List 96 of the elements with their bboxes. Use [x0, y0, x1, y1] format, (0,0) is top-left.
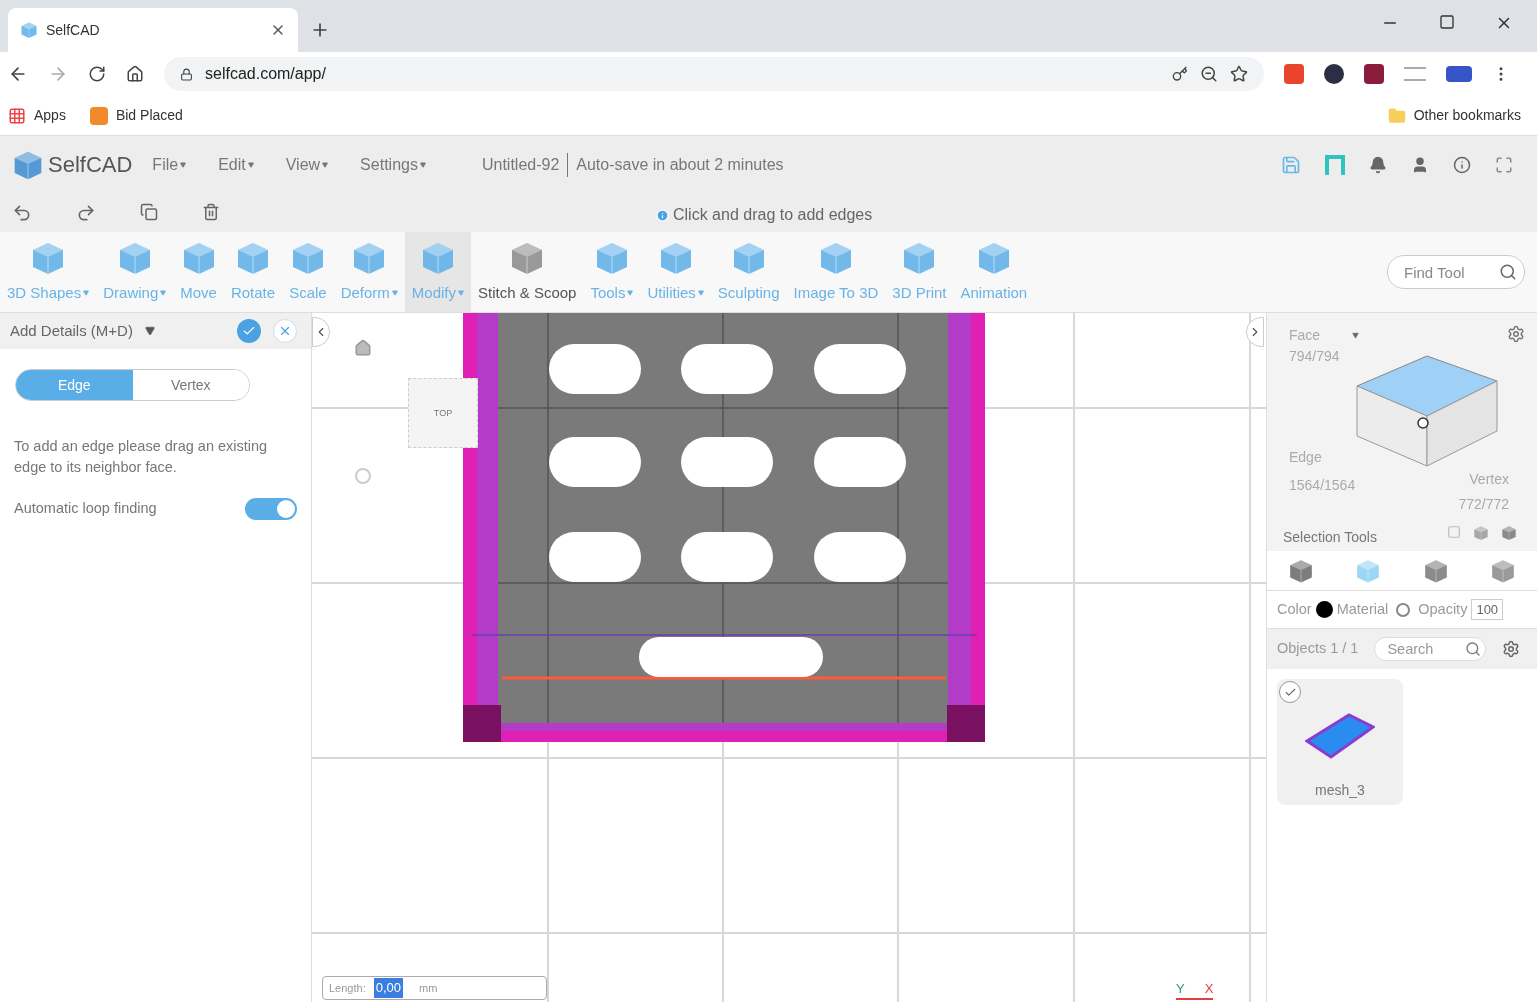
zoom-icon[interactable] — [1200, 65, 1218, 83]
apps-icon[interactable] — [8, 106, 26, 125]
caret-icon — [180, 161, 187, 168]
menu-item[interactable]: Edit — [218, 152, 254, 177]
cube-icon — [1422, 557, 1449, 584]
info-icon — [656, 208, 669, 222]
opacity-label: Opacity — [1418, 599, 1468, 619]
bookmark-link[interactable]: Bid Placed — [115, 105, 183, 126]
caret-icon — [322, 161, 329, 168]
toggle-label: Automatic loop finding — [14, 499, 158, 519]
color-label: Color — [1277, 599, 1312, 619]
tool-button[interactable]: 3D Shapes — [0, 232, 97, 312]
search-icon[interactable] — [1499, 263, 1517, 281]
tool-button[interactable]: Scale — [282, 232, 334, 312]
search-icon[interactable] — [1465, 641, 1482, 657]
redo-icon[interactable] — [76, 202, 96, 223]
tool-button[interactable]: Utilities — [640, 232, 711, 312]
bookmark-icon — [89, 106, 108, 125]
document-title: Untitled-92 — [481, 152, 569, 177]
edge-count: 1564/1564 — [1289, 476, 1356, 495]
object-card[interactable]: mesh_3 — [1277, 679, 1403, 805]
maximize-icon[interactable] — [1439, 14, 1455, 30]
caret-icon — [419, 161, 426, 168]
mesh-thumbnail-drawing — [1305, 713, 1375, 759]
section-label: Selection Tools — [1283, 528, 1377, 547]
face-label[interactable]: Face — [1289, 325, 1321, 346]
bookmark-link[interactable]: Apps — [34, 105, 66, 126]
trash-icon[interactable] — [202, 202, 220, 221]
tool-button[interactable]: Rotate — [223, 232, 283, 312]
cube-icon — [1473, 525, 1489, 541]
objects-label: Objects 1 / 1 — [1277, 639, 1359, 659]
find-tool-field[interactable]: Find Tool — [1387, 255, 1525, 289]
object-name: mesh_3 — [1315, 781, 1365, 800]
edge-label[interactable]: Edge — [1289, 447, 1322, 468]
address-field[interactable]: selfcad.com/app/ — [164, 57, 1264, 91]
mode-tab[interactable]: Edge — [16, 370, 133, 400]
star-icon[interactable] — [1230, 65, 1248, 83]
tool-button[interactable]: 3D Print — [885, 232, 954, 312]
browser-tab[interactable]: SelfCAD — [8, 8, 298, 52]
checkbox[interactable] — [1279, 681, 1301, 703]
tool-button[interactable]: Tools — [583, 232, 641, 312]
caret-icon — [247, 161, 254, 168]
folder-icon — [1387, 106, 1406, 125]
tool-button[interactable]: Deform — [333, 232, 405, 312]
collapse-right-button[interactable] — [1246, 317, 1264, 347]
extension-icon[interactable] — [1324, 64, 1344, 84]
user-icon[interactable] — [1411, 155, 1429, 174]
bell-icon[interactable] — [1369, 155, 1387, 174]
hint-text: Click and drag to add edges — [673, 205, 873, 225]
caret-icon[interactable] — [144, 326, 155, 336]
undo-icon[interactable] — [12, 202, 32, 223]
menu-item[interactable]: Settings — [360, 152, 426, 177]
key-icon[interactable] — [1172, 66, 1188, 82]
logo-text: SelfCAD — [48, 151, 133, 179]
material-icon[interactable] — [1396, 602, 1411, 617]
tool-button[interactable]: Animation — [953, 232, 1035, 312]
settings-icon[interactable] — [1502, 640, 1521, 658]
home-icon[interactable] — [126, 65, 144, 83]
close-icon — [278, 324, 292, 338]
tool-button[interactable]: Sculpting — [710, 232, 787, 312]
autosave-status: Auto-save in about 2 minutes — [576, 154, 784, 175]
collapse-left-button[interactable] — [312, 317, 330, 347]
opacity-field[interactable]: 100 — [1471, 598, 1504, 621]
copy-icon[interactable] — [140, 202, 158, 221]
tool-button[interactable]: Image To 3D — [786, 232, 886, 312]
menu-item[interactable]: View — [285, 152, 329, 177]
tool-button[interactable]: Drawing — [96, 232, 174, 312]
cube-icon — [1490, 557, 1517, 584]
vertex-label[interactable]: Vertex — [1469, 469, 1509, 490]
length-field[interactable]: Length: 0,00 mm — [322, 976, 547, 1000]
info-icon[interactable] — [1453, 155, 1471, 174]
instruction-text: To add an edge please drag an existing edge to its neighbor face. — [14, 437, 269, 477]
toggle-switch[interactable] — [245, 498, 297, 520]
vertex-count: 772/772 — [1458, 495, 1509, 514]
check-icon — [242, 324, 256, 338]
tool-button[interactable]: Modify — [404, 232, 472, 312]
lock-icon — [180, 67, 193, 81]
panel-title: Add Details (M+D) — [10, 320, 133, 341]
face-count: 794/794 — [1289, 347, 1340, 366]
menu-item[interactable]: File — [152, 152, 187, 177]
tool-button[interactable]: Move — [173, 232, 224, 312]
cube-icon — [1501, 525, 1517, 541]
material-label: Material — [1336, 599, 1389, 619]
tool-button[interactable]: Stitch & Scoop — [471, 232, 584, 312]
bookmark-link[interactable]: Other bookmarks — [1413, 105, 1521, 126]
fullscreen-icon[interactable] — [1495, 155, 1513, 174]
caret-icon[interactable] — [1352, 332, 1360, 339]
cube-icon — [1287, 557, 1314, 584]
reload-icon[interactable] — [88, 65, 106, 83]
logo-icon — [20, 21, 38, 39]
search-field[interactable]: Search — [1374, 637, 1487, 661]
cancel-button[interactable] — [273, 319, 297, 343]
axis-indicator: Y X — [1176, 978, 1214, 1000]
settings-icon[interactable] — [1507, 325, 1525, 343]
view-cube[interactable]: TOP — [408, 378, 478, 448]
color-swatch[interactable] — [1315, 601, 1333, 618]
